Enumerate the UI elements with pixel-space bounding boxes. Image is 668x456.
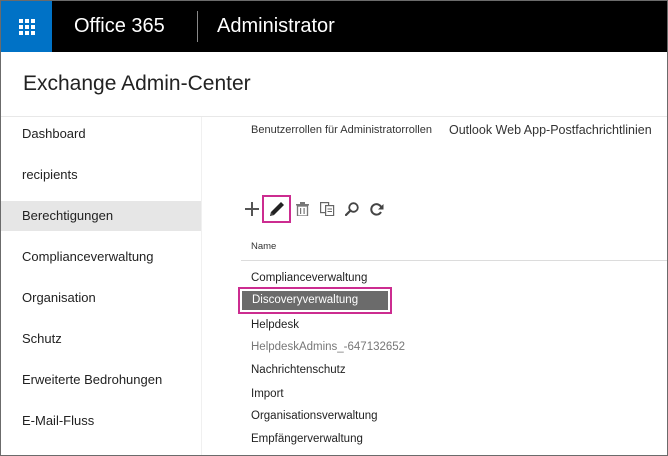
sidebar-item-recipients[interactable]: recipients <box>1 160 201 190</box>
refresh-button[interactable] <box>366 196 386 222</box>
trash-icon <box>295 202 309 216</box>
list-item[interactable]: Helpdesk <box>251 319 299 331</box>
tab-owa-policies[interactable]: Outlook Web App-Postfachrichtlinien <box>449 123 652 137</box>
plus-icon <box>245 202 259 216</box>
tab-admin-roles[interactable]: Benutzerrollen für Administratorrollen <box>251 124 432 136</box>
sidebar-item-organisation[interactable]: Organisation <box>1 283 201 313</box>
sidebar-item-email-fluss[interactable]: E-Mail-Fluss <box>1 406 201 436</box>
app-launcher-button[interactable] <box>1 1 52 52</box>
top-bar: Office 365 Administrator <box>1 1 667 52</box>
sidebar-item-berechtigungen[interactable]: Berechtigungen <box>1 201 201 231</box>
list-item[interactable]: Nachrichtenschutz <box>251 364 346 376</box>
topbar-divider <box>197 11 198 42</box>
list-item[interactable]: Import <box>251 388 284 400</box>
sidebar-divider <box>201 117 202 455</box>
copy-icon <box>319 202 334 216</box>
selected-row-highlight[interactable]: Discoveryverwaltung <box>238 287 392 314</box>
copy-button[interactable] <box>317 196 337 222</box>
role-title: Administrator <box>217 15 335 37</box>
app-window: Office 365 Administrator Exchange Admin-… <box>0 0 668 456</box>
sidebar-item-erweiterte-bedrohungen[interactable]: Erweiterte Bedrohungen <box>1 365 201 395</box>
list-item[interactable]: Organisationsverwaltung <box>251 410 378 422</box>
column-header-name[interactable]: Name <box>251 241 276 252</box>
sidebar-item-dashboard[interactable]: Dashboard <box>1 119 201 149</box>
add-button[interactable] <box>242 196 262 222</box>
page-title: Exchange Admin-Center <box>23 72 251 95</box>
edit-button-highlight <box>262 195 291 223</box>
search-icon <box>345 202 359 216</box>
brand-title[interactable]: Office 365 <box>74 15 165 38</box>
waffle-icon <box>18 18 35 35</box>
sidebar-item-schutz[interactable]: Schutz <box>1 324 201 354</box>
refresh-icon <box>369 202 383 216</box>
list-header-divider <box>241 260 667 261</box>
sidebar-nav: Dashboard recipients Berechtigungen Comp… <box>1 117 201 455</box>
search-button[interactable] <box>342 196 362 222</box>
list-item[interactable]: Complianceverwaltung <box>251 272 367 284</box>
sidebar-item-complianceverwaltung[interactable]: Complianceverwaltung <box>1 242 201 272</box>
list-item[interactable]: Empfängerverwaltung <box>251 433 363 445</box>
delete-button[interactable] <box>292 196 312 222</box>
list-item[interactable]: HelpdeskAdmins_-647132652 <box>251 341 405 353</box>
list-item-selected[interactable]: Discoveryverwaltung <box>242 291 388 310</box>
